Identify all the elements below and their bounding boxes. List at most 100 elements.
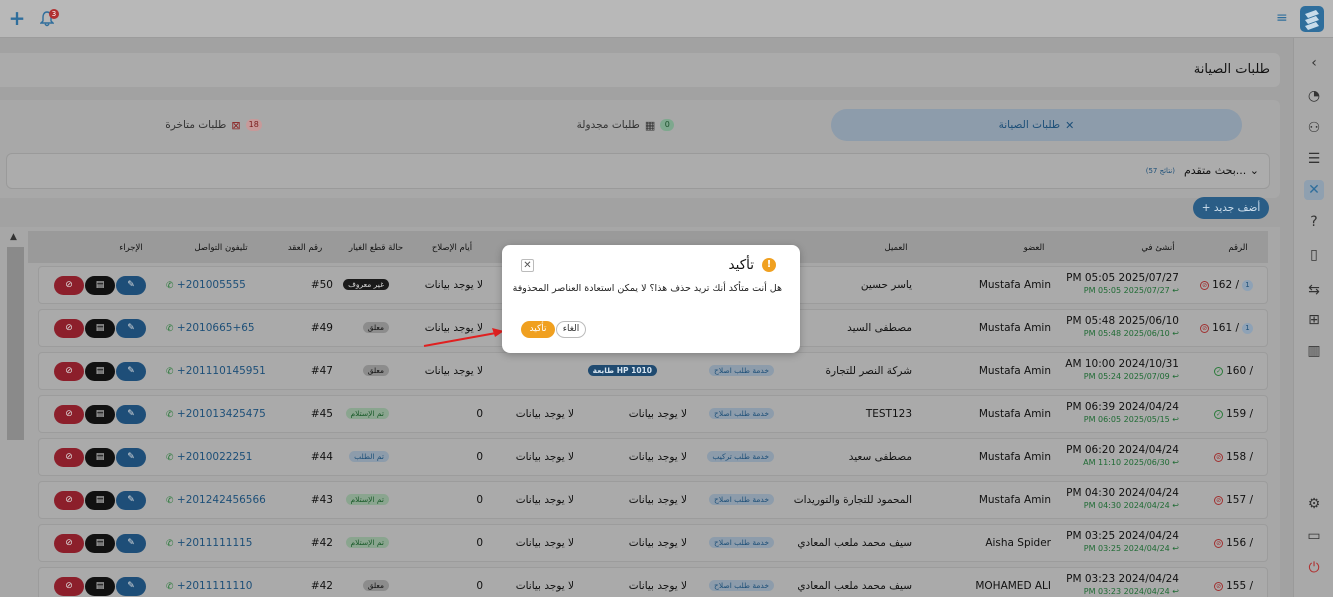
tools-icon: ✕ [1065,118,1075,132]
member-name: Mustafa Amin [978,279,1051,291]
table-row[interactable]: ⊘ 155 / PM 03:23 2024/04/24 PM 03:23 2024/0… [38,567,1268,597]
contact-phone[interactable]: ✆ +2011111115 [166,537,253,549]
contract-number: #49 [310,322,333,334]
edit-button[interactable]: ✎ [116,276,146,295]
page-title: طلبات الصيانة [1193,62,1270,77]
dialog-message: هل أنت متأكد أنك تريد حذف هذا؟ لا يمكن ا… [512,283,782,294]
sidebar: ‹ ◔ ⚇ ☰ ✕ ? ▯ ⇆ ⊞ ▥ ⚙ ▭ ⏻ [1293,38,1333,597]
repair-days: 0 [476,451,483,463]
service-type-badge: خدمة طلب اصلاح [709,494,774,505]
scroll-up-icon[interactable]: ▲ [10,232,17,242]
scrollbar[interactable]: ▲ [6,231,24,597]
hierarchy-icon[interactable]: ⊞ [1304,310,1324,330]
header-contract: رقم العقد [287,243,323,253]
help-icon[interactable]: ? [1304,212,1324,232]
calendar-icon: ▦ [644,118,656,132]
contact-phone[interactable]: ✆ +2011111110 [166,580,253,592]
contact-phone[interactable]: ✆ +201005555 [166,279,246,291]
add-new-button[interactable]: + أضف جديد [1193,197,1269,219]
warning-icon: ! [762,258,776,272]
service-type-badge: خدمة طلب اصلاح [709,537,774,548]
contact-phone[interactable]: ✆ +201242456566 [166,494,266,506]
results-count: (57 نتائج) [1145,167,1175,175]
table-row[interactable]: ⊘ 157 / PM 04:30 2024/04/24 PM 04:30 2024/0… [38,481,1268,519]
created-at: AM 10:00 2024/10/31 PM 05:24 2025/07/09 ↩ [1065,358,1179,381]
edit-button[interactable]: ✎ [116,491,146,510]
chevron-left-icon[interactable]: ‹ [1304,53,1324,73]
close-icon[interactable]: ✕ [521,259,534,272]
transfer-icon[interactable]: ⇆ [1304,280,1324,300]
delete-button[interactable]: ⊘ [54,276,84,295]
edit-button[interactable]: ✎ [116,534,146,553]
header-repair-days: أيام الإصلاح [431,243,473,253]
delete-button[interactable]: ⊘ [54,577,84,596]
settings-icon[interactable]: ⚙ [1304,494,1324,514]
delete-button[interactable]: ⊘ [54,448,84,467]
document-icon[interactable]: ▯ [1304,245,1324,265]
contract-number: #42 [310,580,333,592]
contract-number: #44 [310,451,333,463]
details-button[interactable]: ▤ [85,405,115,424]
table-row[interactable]: ⊘ 156 / PM 03:25 2024/04/24 PM 03:25 2024/0… [38,524,1268,562]
delete-button[interactable]: ⊘ [54,362,84,381]
confirm-delete-dialog: ! تأكيد ✕ هل أنت متأكد أنك تريد حذف هذا؟… [502,245,800,353]
dashboard-gauge-icon[interactable]: ◔ [1304,86,1324,106]
details-button[interactable]: ▤ [85,319,115,338]
row-number: ⊘ 155 / [1214,580,1253,592]
maintenance-tools-icon[interactable]: ✕ [1304,180,1324,200]
issue-cell: لا يوجد بيانات [515,408,574,420]
contract-number: #42 [310,537,333,549]
window-icon[interactable]: ▭ [1304,526,1324,546]
contact-phone[interactable]: ✆ +2010665+65 [166,322,255,334]
status-blocked-icon: ⊘ [1214,538,1224,548]
users-icon[interactable]: ⚇ [1304,118,1324,138]
dialog-title: تأكيد [728,257,754,273]
table-row[interactable]: ⊘ 158 / PM 06:20 2024/04/24 AM 11:10 2025/0… [38,438,1268,476]
scrollbar-thumb[interactable] [7,247,24,440]
power-icon[interactable]: ⏻ [1304,558,1324,578]
edit-button[interactable]: ✎ [116,577,146,596]
edit-button[interactable]: ✎ [116,319,146,338]
contact-phone[interactable]: ✆ +2010022251 [166,451,253,463]
details-button[interactable]: ▤ [85,491,115,510]
cancel-button[interactable]: الغاء [556,321,586,338]
contact-phone[interactable]: ✆ +201110145951 [166,365,266,377]
row-number: ⊘ 156 / [1214,537,1253,549]
header-parts-status: حالة قطع الغيار [348,243,404,253]
delete-button[interactable]: ⊘ [54,534,84,553]
details-button[interactable]: ▤ [85,448,115,467]
details-button[interactable]: ▤ [85,577,115,596]
tabs-card: طلبات الصيانة ✕ طلبات مجدولة ▦ 0 طلبات م… [0,100,1280,198]
created-at: PM 03:23 2024/04/24 PM 03:23 2024/04/24 ↩ [1066,573,1179,596]
tab-late-requests[interactable]: طلبات متاخرة ⊠ 18 [8,109,419,141]
details-button[interactable]: ▤ [85,534,115,553]
delete-button[interactable]: ⊘ [54,405,84,424]
member-name: Aisha Spider [985,537,1051,549]
edit-button[interactable]: ✎ [116,448,146,467]
edit-button[interactable]: ✎ [116,405,146,424]
table-row[interactable]: ✓ 160 / AM 10:00 2024/10/31 PM 05:24 2025/0… [38,352,1268,390]
list-icon[interactable]: ☰ [1304,149,1324,169]
contact-phone[interactable]: ✆ +201013425475 [166,408,266,420]
created-at: PM 03:25 2024/04/24 PM 03:25 2024/04/24 ↩ [1066,530,1179,553]
row-number: ⊘ 161 /1 [1200,322,1253,334]
repair-days: 0 [476,537,483,549]
advanced-search-toggle[interactable]: بحث متقدم... ⌄ (57 نتائج) [6,153,1270,189]
details-button[interactable]: ▤ [85,276,115,295]
parts-status-badge: تم الإستلام [345,408,389,419]
table-row[interactable]: ✓ 159 / PM 06:39 2024/04/24 PM 06:05 2025/0… [38,395,1268,433]
tab-scheduled-requests[interactable]: طلبات مجدولة ▦ 0 [420,109,831,141]
bar-chart-icon[interactable]: ▥ [1304,341,1324,361]
confirm-button[interactable]: تأكيد [521,321,555,338]
device-cell: لا يوجد بيانات [628,451,687,463]
details-button[interactable]: ▤ [85,362,115,381]
header-client: العميل [884,243,908,253]
issue-cell: لا يوجد بيانات [515,451,574,463]
edit-button[interactable]: ✎ [116,362,146,381]
tab-maintenance-requests[interactable]: طلبات الصيانة ✕ [831,109,1242,141]
menu-icon[interactable]: ≡ [1276,11,1290,25]
add-icon[interactable]: + [8,8,26,28]
delete-button[interactable]: ⊘ [54,491,84,510]
parts-status-badge: تم الإستلام [345,494,389,505]
delete-button[interactable]: ⊘ [54,319,84,338]
